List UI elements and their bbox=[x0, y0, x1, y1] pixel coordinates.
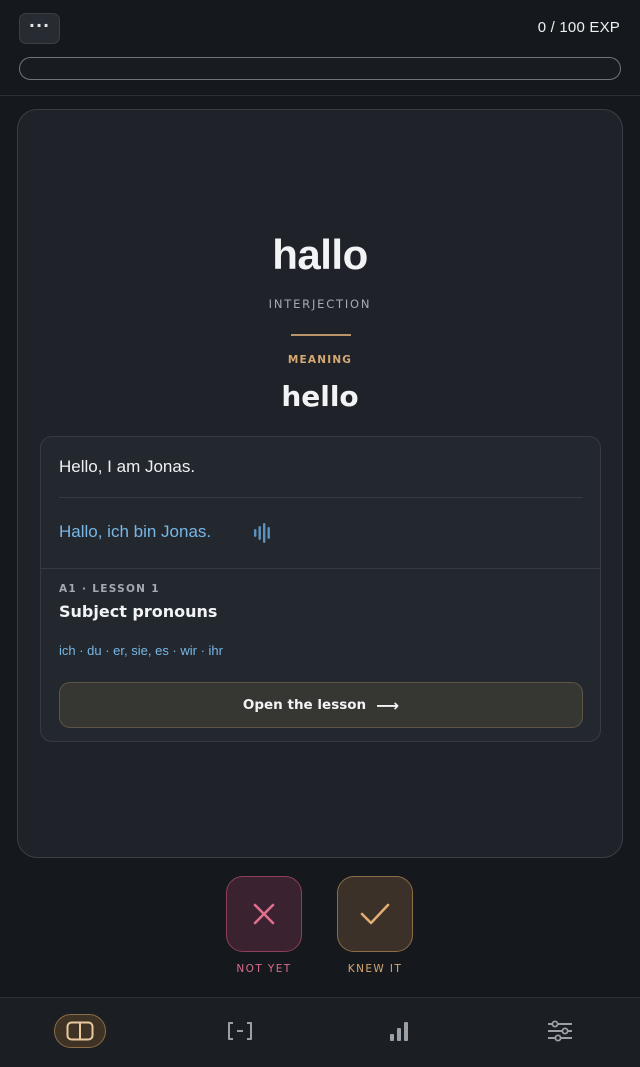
more-icon: ··· bbox=[28, 15, 51, 35]
knew-it-label: KNEW IT bbox=[347, 963, 403, 975]
meaning-divider bbox=[291, 334, 351, 336]
close-icon bbox=[253, 903, 275, 925]
lesson-title: Subject pronouns bbox=[59, 602, 218, 621]
exp-counter: 0 / 100 EXP bbox=[537, 19, 620, 36]
lesson-divider bbox=[41, 568, 600, 569]
lesson-meta: A1 · LESSON 1 bbox=[59, 583, 160, 595]
nav-settings[interactable] bbox=[540, 1014, 580, 1048]
example-sentence-german: Hallo, ich bin Jonas. bbox=[59, 522, 212, 541]
not-yet-label: NOT YET bbox=[236, 963, 292, 975]
meaning-label: MEANING bbox=[287, 354, 353, 366]
audio-waveform-icon[interactable] bbox=[251, 521, 275, 545]
nav-review[interactable] bbox=[220, 1014, 260, 1048]
book-icon bbox=[66, 1021, 94, 1041]
knew-it-button[interactable] bbox=[337, 876, 413, 952]
bar-chart-icon bbox=[390, 1022, 408, 1041]
example-divider bbox=[59, 497, 583, 498]
open-lesson-button[interactable]: Open the lesson ⟶ bbox=[59, 682, 583, 728]
sliders-icon bbox=[548, 1020, 572, 1042]
lesson-words: ich · du · er, sie, es · wir · ihr bbox=[59, 643, 223, 658]
example-sentence-english: Hello, I am Jonas. bbox=[59, 457, 196, 476]
not-yet-button[interactable] bbox=[226, 876, 302, 952]
part-of-speech: INTERJECTION bbox=[268, 297, 372, 311]
card-meaning: hello bbox=[281, 380, 359, 413]
check-icon bbox=[360, 903, 390, 925]
menu-button[interactable]: ··· bbox=[19, 13, 60, 44]
arrow-right-icon: ⟶ bbox=[376, 695, 400, 715]
example-panel: Hello, I am Jonas. Hallo, ich bin Jonas.… bbox=[40, 436, 601, 742]
open-lesson-label: Open the lesson bbox=[242, 697, 367, 713]
card-word: hallo bbox=[272, 231, 368, 278]
flashcard-screen: ··· 0 / 100 EXP hallo INTERJECTION MEANI… bbox=[0, 0, 640, 1067]
bracket-icon bbox=[228, 1022, 252, 1040]
nav-stats[interactable] bbox=[380, 1014, 420, 1048]
exp-progress-bar bbox=[19, 57, 621, 80]
header-divider bbox=[0, 95, 640, 96]
bottom-nav bbox=[0, 997, 640, 1067]
nav-cards[interactable] bbox=[54, 1014, 106, 1048]
flashcard: hallo INTERJECTION MEANING hello Hello, … bbox=[17, 109, 623, 858]
